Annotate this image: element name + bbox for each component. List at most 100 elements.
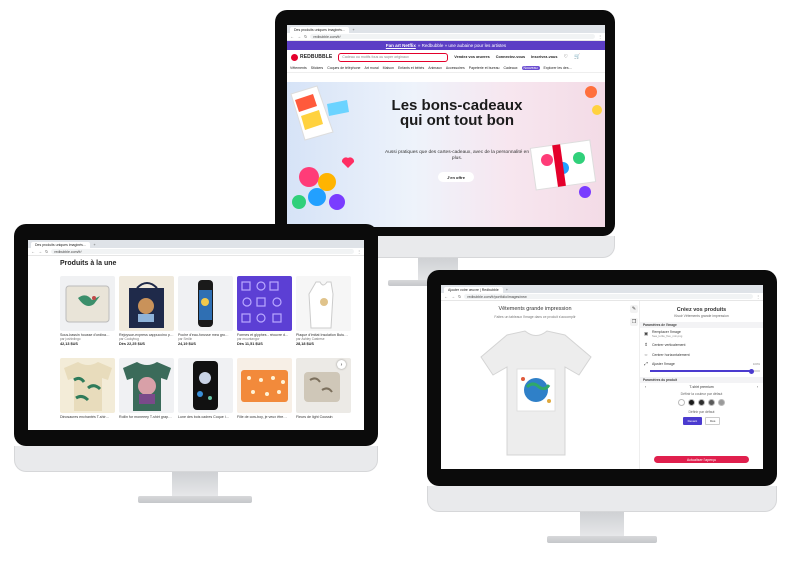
resize-slider[interactable] [650, 368, 760, 374]
hero-cta-button[interactable]: J'en offre [438, 172, 474, 182]
product-image [296, 276, 351, 331]
center-horizontal-option[interactable]: ⇔ Centrer horizontalement [640, 350, 763, 359]
product-image [237, 358, 292, 413]
section-title: Produits à la une [60, 260, 117, 267]
menu-icon[interactable]: ⋮ [756, 294, 760, 299]
back-icon[interactable]: ← [31, 249, 35, 254]
product-card[interactable]: Formes et glyphes - réouvre d… par muunt… [237, 276, 292, 346]
forward-icon[interactable]: → [451, 294, 455, 299]
menu-icon[interactable]: ⋮ [598, 34, 602, 39]
monitor-products: Des produits uniques imaginés… + ← → ↻ r… [12, 224, 382, 524]
resize-option: ⤢ Ajuster l'image 100% [640, 359, 763, 368]
category-item[interactable]: Enfants et bébés [398, 66, 424, 70]
category-item[interactable]: Coques de téléphone [327, 66, 360, 70]
browser-tab[interactable]: Des produits uniques imaginés… [31, 242, 91, 248]
product-image [178, 276, 233, 331]
category-item[interactable]: Stickers [311, 66, 323, 70]
browser-tab[interactable]: Ajouter votre œuvre | Redbubble [444, 287, 503, 293]
update-preview-button[interactable]: Actualiser l'aperçu [654, 456, 749, 463]
menu-icon[interactable]: ⋮ [357, 249, 361, 254]
category-item[interactable]: Animaux [428, 66, 442, 70]
tab-title: Des produits uniques imaginés… [294, 28, 346, 32]
layers-icon[interactable]: ❐ [630, 318, 638, 326]
search-input[interactable]: Cadeau ou motifs fous ou super originaux [338, 52, 449, 62]
product-card[interactable]: Sous-bassin housse d'ordina… par joshinl… [60, 276, 115, 346]
monitor-chin [14, 446, 378, 472]
center-vertical-option[interactable]: ⇕ Centrer verticalement [640, 340, 763, 350]
product-type-selector[interactable]: ‹ T-shirt premium › [640, 383, 763, 391]
tshirt-preview [480, 330, 592, 456]
product-card[interactable]: Poche d'eau-forusse mea gro… par Smilin … [178, 276, 233, 346]
url-field[interactable]: redbubble.com/fr/ [310, 34, 595, 39]
category-item[interactable]: Papeterie et bureau [469, 66, 500, 70]
product-price: Dès 22,25 $US [119, 342, 145, 346]
product-title: Rollin for moneeey T-shirt grap… [119, 415, 172, 419]
category-item[interactable]: Art mural [364, 66, 378, 70]
screen: Des produits uniques imaginés… + ← → ↻ r… [28, 240, 364, 430]
carousel-next-icon[interactable]: › [337, 360, 346, 369]
product-card[interactable]: Rollin for moneeey T-shirt grap… [119, 358, 174, 419]
new-badge[interactable]: Nouveau [521, 66, 540, 70]
cart-icon[interactable]: 🛒 [574, 54, 580, 60]
replace-image-option[interactable]: ▣ Remplacer l'image Sea_turtle_fluo_min.… [640, 328, 763, 340]
preview-canvas: Vêtements grande impression Faites un ta… [441, 301, 629, 469]
category-item[interactable]: Explorer les des… [544, 66, 573, 70]
color-swatch[interactable] [688, 399, 695, 406]
product-price: 28,18 $US [296, 342, 314, 346]
category-item[interactable]: Accessoires [446, 66, 465, 70]
align-horizontal-icon: ⇔ [643, 352, 649, 357]
back-icon[interactable]: ← [444, 294, 448, 299]
signup-link[interactable]: Inscrivez-vous [531, 55, 557, 59]
product-price: 42,13 $US [60, 342, 78, 346]
front-option[interactable]: Devant [682, 417, 703, 425]
new-tab-icon[interactable]: + [93, 242, 95, 247]
tab-bar: Des produits uniques imaginés… + [28, 240, 364, 248]
pencil-icon[interactable]: ✎ [630, 305, 638, 313]
color-swatch[interactable] [678, 399, 685, 406]
product-card[interactable]: Lune des bois cadres Coque i… [178, 358, 233, 419]
browser-tab[interactable]: Des produits uniques imaginés… [290, 27, 350, 33]
site-logo[interactable]: REDBUBBLE [291, 53, 332, 61]
product-card[interactable]: Plaque d'imitat Insolation Butu… par Ash… [296, 276, 351, 346]
new-tab-icon[interactable]: + [506, 287, 508, 292]
screen: Ajouter votre œuvre | Redbubble + ← → ↻ … [441, 285, 763, 469]
reload-icon[interactable]: ↻ [304, 34, 307, 39]
product-price: Dès 11,51 $US [237, 342, 263, 346]
color-swatch[interactable] [708, 399, 715, 406]
heart-icon[interactable]: ♡ [563, 54, 567, 60]
hero-art-right [529, 86, 602, 198]
product-card[interactable]: Dinosaures enchantés T-shir… [60, 358, 115, 419]
monitor-editor: Ajouter votre œuvre | Redbubble + ← → ↻ … [425, 270, 780, 560]
color-swatch[interactable] [698, 399, 705, 406]
forward-icon[interactable]: → [297, 34, 301, 39]
url-field[interactable]: redbubble.com/fr/portfolio/images/new [464, 294, 753, 299]
category-item[interactable]: Vêtements [290, 66, 307, 70]
promo-link[interactable]: Fan art Netflix [386, 43, 416, 48]
product-price: 24,19 $US [178, 342, 196, 346]
url-field[interactable]: redbubble.com/fr/ [51, 249, 354, 254]
product-card[interactable]: Rejoysue-express cappuccino p… par Cooky… [119, 276, 174, 346]
address-bar: ← → ↻ redbubble.com/fr/ ⋮ [28, 248, 364, 256]
category-item[interactable]: Cadeaux [504, 66, 518, 70]
tab-title: Ajouter votre œuvre | Redbubble [448, 288, 499, 292]
monitor-neck [580, 512, 624, 536]
product-card[interactable]: Fille de cow-boy, je veux être… [237, 358, 292, 419]
back-option[interactable]: Dos [705, 417, 721, 425]
forward-icon[interactable]: → [38, 249, 42, 254]
panel-title: Créez vos produits [676, 307, 727, 313]
slider-handle[interactable] [748, 368, 754, 374]
chevron-right-icon[interactable]: › [757, 385, 758, 389]
product-artist: par Cookybug [119, 337, 139, 341]
hero-art-left [290, 85, 355, 210]
chevron-left-icon[interactable]: ‹ [645, 385, 646, 389]
reload-icon[interactable]: ↻ [458, 294, 461, 299]
new-tab-icon[interactable]: + [352, 27, 354, 32]
login-link[interactable]: Connectez-vous [496, 55, 525, 59]
category-item[interactable]: Maison [383, 66, 394, 70]
reload-icon[interactable]: ↻ [45, 249, 48, 254]
product-title: Fille de cow-boy, je veux être… [237, 415, 287, 419]
sell-link[interactable]: Vendez vos œuvres [454, 55, 489, 59]
color-swatch[interactable] [718, 399, 725, 406]
align-vertical-icon: ⇕ [644, 342, 648, 347]
back-icon[interactable]: ← [290, 34, 294, 39]
